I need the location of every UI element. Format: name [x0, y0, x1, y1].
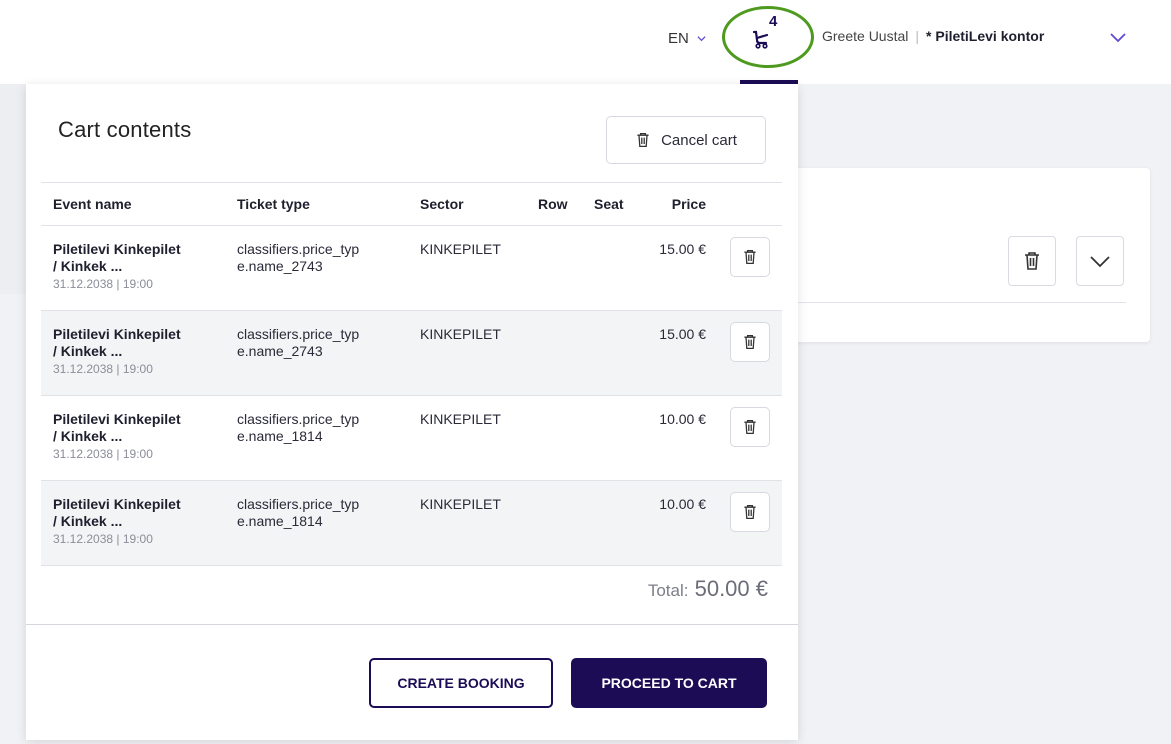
column-header-actions — [718, 182, 782, 226]
table-row: Piletilevi Kinkepilet / Kinkek ... 31.12… — [41, 395, 782, 481]
actions-cell — [718, 480, 782, 566]
event-date: 31.12.2038 | 19:00 — [53, 277, 153, 291]
total-label: Total: — [647, 581, 689, 600]
price-cell: 10.00 € — [636, 395, 718, 481]
cart-total: Total: 50.00 € — [648, 576, 768, 602]
create-booking-button[interactable]: CREATE BOOKING — [369, 658, 553, 708]
cart-table: Event name Ticket type Sector Row Seat P… — [41, 182, 782, 566]
sector-cell: KINKEPILET — [408, 480, 526, 566]
table-row: Piletilevi Kinkepilet / Kinkek ... 31.12… — [41, 310, 782, 396]
ticket-type-line1: classifiers.price_typ — [237, 326, 360, 342]
ticket-type-line2: e.name_1814 — [237, 428, 323, 444]
actions-cell — [718, 225, 782, 311]
actions-cell — [718, 310, 782, 396]
total-value: 50.00 € — [694, 576, 768, 601]
row-cell — [526, 310, 582, 396]
event-name-line1: Piletilevi Kinkepilet — [53, 496, 181, 512]
chevron-down-icon — [697, 36, 706, 42]
user-info[interactable]: Greete Uustal | * PiletiLevi kontor — [822, 28, 1044, 44]
sector-cell: KINKEPILET — [408, 310, 526, 396]
card-divider — [780, 302, 1126, 303]
background-card — [780, 168, 1150, 342]
price-cell: 10.00 € — [636, 480, 718, 566]
row-cell — [526, 395, 582, 481]
left-background-strip — [0, 84, 26, 294]
event-name-line1: Piletilevi Kinkepilet — [53, 326, 181, 342]
price-cell: 15.00 € — [636, 310, 718, 396]
trash-icon — [744, 504, 756, 520]
sector-cell: KINKEPILET — [408, 225, 526, 311]
seat-cell — [582, 225, 636, 311]
event-date: 31.12.2038 | 19:00 — [53, 532, 153, 546]
language-selector[interactable]: EN — [668, 30, 706, 47]
actions-cell — [718, 395, 782, 481]
background-expand-button[interactable] — [1076, 236, 1124, 286]
event-name-line2: / Kinkek ... — [53, 343, 123, 359]
sector-cell: KINKEPILET — [408, 395, 526, 481]
trash-icon — [744, 334, 756, 350]
user-separator: | — [915, 28, 920, 44]
user-name: Greete Uustal — [822, 28, 909, 44]
column-header-seat: Seat — [582, 182, 636, 226]
organization-name: * PiletiLevi kontor — [926, 28, 1045, 44]
trash-icon — [637, 132, 649, 148]
ticket-type-cell: classifiers.price_typ e.name_1814 — [225, 395, 408, 481]
cart-icon — [752, 30, 769, 49]
column-header-sector: Sector — [408, 182, 526, 226]
remove-item-button[interactable] — [730, 407, 770, 447]
ticket-type-line2: e.name_2743 — [237, 343, 323, 359]
event-name-line1: Piletilevi Kinkepilet — [53, 241, 181, 257]
event-name-line1: Piletilevi Kinkepilet — [53, 411, 181, 427]
column-header-ticket-type: Ticket type — [225, 182, 408, 226]
table-header-row: Event name Ticket type Sector Row Seat P… — [41, 182, 782, 226]
top-bar: EN 4 Greete Uustal | * PiletiLevi kontor — [0, 0, 1171, 84]
price-cell: 15.00 € — [636, 225, 718, 311]
ticket-type-line1: classifiers.price_typ — [237, 241, 360, 257]
remove-item-button[interactable] — [730, 237, 770, 277]
cart-title: Cart contents — [58, 117, 192, 142]
seat-cell — [582, 310, 636, 396]
proceed-to-cart-button[interactable]: PROCEED TO CART — [571, 658, 767, 708]
seat-cell — [582, 395, 636, 481]
chevron-down-icon[interactable] — [1108, 30, 1128, 44]
row-cell — [526, 480, 582, 566]
remove-item-button[interactable] — [730, 492, 770, 532]
trash-icon — [744, 249, 756, 265]
column-header-row: Row — [526, 182, 582, 226]
trash-icon — [744, 419, 756, 435]
event-name-line2: / Kinkek ... — [53, 258, 123, 274]
column-header-event: Event name — [41, 182, 225, 226]
event-name-line2: / Kinkek ... — [53, 428, 123, 444]
row-cell — [526, 225, 582, 311]
event-cell: Piletilevi Kinkepilet / Kinkek ... 31.12… — [41, 480, 225, 566]
footer-divider — [26, 624, 798, 625]
cancel-cart-button[interactable]: Cancel cart — [606, 116, 766, 164]
event-date: 31.12.2038 | 19:00 — [53, 362, 153, 376]
cart-button[interactable] — [744, 16, 790, 58]
ticket-type-line2: e.name_1814 — [237, 513, 323, 529]
chevron-down-icon — [1090, 256, 1110, 268]
event-cell: Piletilevi Kinkepilet / Kinkek ... 31.12… — [41, 225, 225, 311]
seat-cell — [582, 480, 636, 566]
background-delete-button[interactable] — [1008, 236, 1056, 286]
event-cell: Piletilevi Kinkepilet / Kinkek ... 31.12… — [41, 395, 225, 481]
cart-count-badge: 4 — [769, 13, 778, 30]
table-row: Piletilevi Kinkepilet / Kinkek ... 31.12… — [41, 225, 782, 311]
cart-dropdown-panel: Cart contents Cancel cart Event name Tic… — [26, 84, 798, 740]
ticket-type-line1: classifiers.price_typ — [237, 496, 360, 512]
language-label: EN — [668, 30, 689, 47]
ticket-type-line2: e.name_2743 — [237, 258, 323, 274]
trash-icon — [1025, 252, 1039, 270]
remove-item-button[interactable] — [730, 322, 770, 362]
table-row: Piletilevi Kinkepilet / Kinkek ... 31.12… — [41, 480, 782, 566]
cancel-cart-label: Cancel cart — [661, 131, 737, 149]
ticket-type-cell: classifiers.price_typ e.name_2743 — [225, 310, 408, 396]
event-date: 31.12.2038 | 19:00 — [53, 447, 153, 461]
ticket-type-line1: classifiers.price_typ — [237, 411, 360, 427]
column-header-price: Price — [636, 182, 718, 226]
ticket-type-cell: classifiers.price_typ e.name_2743 — [225, 225, 408, 311]
ticket-type-cell: classifiers.price_typ e.name_1814 — [225, 480, 408, 566]
event-name-line2: / Kinkek ... — [53, 513, 123, 529]
event-cell: Piletilevi Kinkepilet / Kinkek ... 31.12… — [41, 310, 225, 396]
